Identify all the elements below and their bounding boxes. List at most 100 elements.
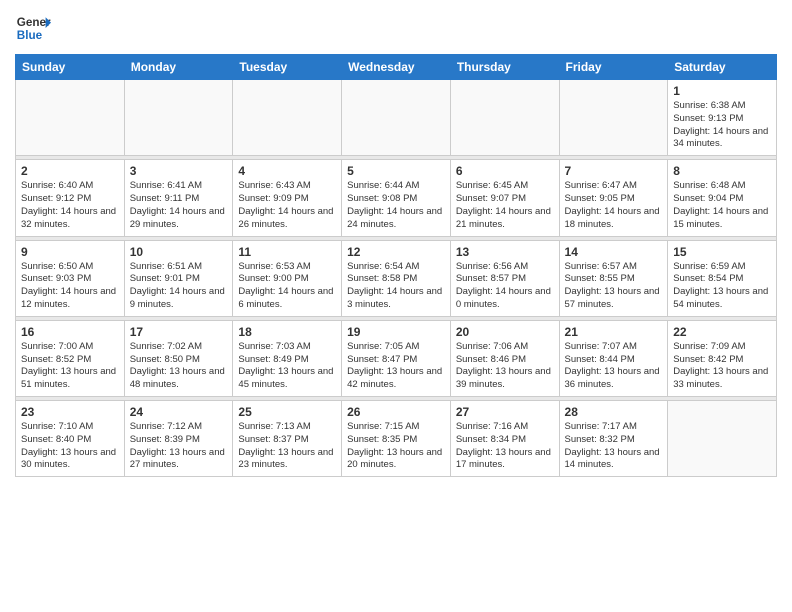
day-number: 27	[456, 405, 554, 419]
day-number: 2	[21, 164, 119, 178]
logo: General Blue	[15, 10, 51, 46]
calendar-cell: 18 Sunrise: 7:03 AM Sunset: 8:49 PM Dayli…	[233, 320, 342, 396]
day-info: Sunrise: 6:45 AM Sunset: 9:07 PM Dayligh…	[456, 180, 554, 231]
calendar-cell	[124, 80, 233, 156]
day-number: 16	[21, 325, 119, 339]
day-info: Sunrise: 6:48 AM Sunset: 9:04 PM Dayligh…	[673, 180, 771, 231]
day-info: Sunrise: 7:07 AM Sunset: 8:44 PM Dayligh…	[565, 341, 663, 392]
day-number: 23	[21, 405, 119, 419]
header: General Blue	[15, 10, 777, 46]
day-number: 28	[565, 405, 663, 419]
weekday-monday: Monday	[124, 55, 233, 80]
day-info: Sunrise: 6:44 AM Sunset: 9:08 PM Dayligh…	[347, 180, 445, 231]
calendar-cell: 25 Sunrise: 7:13 AM Sunset: 8:37 PM Dayli…	[233, 401, 342, 477]
day-number: 9	[21, 245, 119, 259]
day-number: 17	[130, 325, 228, 339]
day-info: Sunrise: 7:03 AM Sunset: 8:49 PM Dayligh…	[238, 341, 336, 392]
day-info: Sunrise: 7:09 AM Sunset: 8:42 PM Dayligh…	[673, 341, 771, 392]
day-info: Sunrise: 7:15 AM Sunset: 8:35 PM Dayligh…	[347, 421, 445, 472]
day-info: Sunrise: 6:40 AM Sunset: 9:12 PM Dayligh…	[21, 180, 119, 231]
day-info: Sunrise: 6:56 AM Sunset: 8:57 PM Dayligh…	[456, 261, 554, 312]
day-number: 21	[565, 325, 663, 339]
calendar-cell: 19 Sunrise: 7:05 AM Sunset: 8:47 PM Dayli…	[342, 320, 451, 396]
calendar-cell: 15 Sunrise: 6:59 AM Sunset: 8:54 PM Dayli…	[668, 240, 777, 316]
day-number: 20	[456, 325, 554, 339]
svg-text:Blue: Blue	[17, 29, 43, 42]
day-info: Sunrise: 7:00 AM Sunset: 8:52 PM Dayligh…	[21, 341, 119, 392]
week-row-5: 23 Sunrise: 7:10 AM Sunset: 8:40 PM Dayli…	[16, 401, 777, 477]
day-number: 25	[238, 405, 336, 419]
day-info: Sunrise: 7:02 AM Sunset: 8:50 PM Dayligh…	[130, 341, 228, 392]
day-number: 10	[130, 245, 228, 259]
calendar-cell	[16, 80, 125, 156]
logo-icon: General Blue	[15, 10, 51, 46]
day-number: 1	[673, 84, 771, 98]
day-number: 26	[347, 405, 445, 419]
day-number: 24	[130, 405, 228, 419]
day-number: 13	[456, 245, 554, 259]
day-number: 22	[673, 325, 771, 339]
day-number: 3	[130, 164, 228, 178]
calendar-table: SundayMondayTuesdayWednesdayThursdayFrid…	[15, 54, 777, 477]
calendar-cell: 5Sunrise: 6:44 AM Sunset: 9:08 PM Daylig…	[342, 160, 451, 236]
day-number: 11	[238, 245, 336, 259]
weekday-sunday: Sunday	[16, 55, 125, 80]
calendar-cell: 22 Sunrise: 7:09 AM Sunset: 8:42 PM Dayli…	[668, 320, 777, 396]
day-info: Sunrise: 7:12 AM Sunset: 8:39 PM Dayligh…	[130, 421, 228, 472]
calendar-cell: 20Sunrise: 7:06 AM Sunset: 8:46 PM Dayli…	[450, 320, 559, 396]
week-row-2: 2 Sunrise: 6:40 AM Sunset: 9:12 PM Daylig…	[16, 160, 777, 236]
week-row-4: 16 Sunrise: 7:00 AM Sunset: 8:52 PM Dayli…	[16, 320, 777, 396]
weekday-thursday: Thursday	[450, 55, 559, 80]
day-number: 7	[565, 164, 663, 178]
calendar-cell: 13 Sunrise: 6:56 AM Sunset: 8:57 PM Dayli…	[450, 240, 559, 316]
day-info: Sunrise: 6:57 AM Sunset: 8:55 PM Dayligh…	[565, 261, 663, 312]
weekday-saturday: Saturday	[668, 55, 777, 80]
calendar-cell: 21 Sunrise: 7:07 AM Sunset: 8:44 PM Dayli…	[559, 320, 668, 396]
calendar-cell: 7Sunrise: 6:47 AM Sunset: 9:05 PM Daylig…	[559, 160, 668, 236]
weekday-tuesday: Tuesday	[233, 55, 342, 80]
day-number: 18	[238, 325, 336, 339]
calendar-cell: 1 Sunrise: 6:38 AM Sunset: 9:13 PM Daylig…	[668, 80, 777, 156]
calendar-cell: 3 Sunrise: 6:41 AM Sunset: 9:11 PM Daylig…	[124, 160, 233, 236]
calendar-cell: 24 Sunrise: 7:12 AM Sunset: 8:39 PM Dayli…	[124, 401, 233, 477]
weekday-header-row: SundayMondayTuesdayWednesdayThursdayFrid…	[16, 55, 777, 80]
calendar-cell: 17 Sunrise: 7:02 AM Sunset: 8:50 PM Dayli…	[124, 320, 233, 396]
calendar-cell: 10 Sunrise: 6:51 AM Sunset: 9:01 PM Dayli…	[124, 240, 233, 316]
calendar-cell: 16 Sunrise: 7:00 AM Sunset: 8:52 PM Dayli…	[16, 320, 125, 396]
day-number: 8	[673, 164, 771, 178]
calendar-cell	[450, 80, 559, 156]
day-info: Sunrise: 7:10 AM Sunset: 8:40 PM Dayligh…	[21, 421, 119, 472]
calendar-cell: 6Sunrise: 6:45 AM Sunset: 9:07 PM Daylig…	[450, 160, 559, 236]
calendar-cell: 14 Sunrise: 6:57 AM Sunset: 8:55 PM Dayli…	[559, 240, 668, 316]
day-number: 14	[565, 245, 663, 259]
day-info: Sunrise: 6:38 AM Sunset: 9:13 PM Dayligh…	[673, 100, 771, 151]
day-number: 19	[347, 325, 445, 339]
calendar-cell	[342, 80, 451, 156]
weekday-wednesday: Wednesday	[342, 55, 451, 80]
week-row-1: 1 Sunrise: 6:38 AM Sunset: 9:13 PM Daylig…	[16, 80, 777, 156]
day-info: Sunrise: 6:50 AM Sunset: 9:03 PM Dayligh…	[21, 261, 119, 312]
day-info: Sunrise: 6:51 AM Sunset: 9:01 PM Dayligh…	[130, 261, 228, 312]
calendar-cell: 11Sunrise: 6:53 AM Sunset: 9:00 PM Dayli…	[233, 240, 342, 316]
day-info: Sunrise: 6:54 AM Sunset: 8:58 PM Dayligh…	[347, 261, 445, 312]
weekday-friday: Friday	[559, 55, 668, 80]
day-number: 12	[347, 245, 445, 259]
day-number: 15	[673, 245, 771, 259]
day-info: Sunrise: 6:59 AM Sunset: 8:54 PM Dayligh…	[673, 261, 771, 312]
calendar-cell: 27 Sunrise: 7:16 AM Sunset: 8:34 PM Dayli…	[450, 401, 559, 477]
day-number: 4	[238, 164, 336, 178]
page: General Blue SundayMondayTuesdayWednesda…	[0, 0, 792, 487]
day-info: Sunrise: 7:13 AM Sunset: 8:37 PM Dayligh…	[238, 421, 336, 472]
calendar-cell: 23 Sunrise: 7:10 AM Sunset: 8:40 PM Dayli…	[16, 401, 125, 477]
calendar-cell: 4Sunrise: 6:43 AM Sunset: 9:09 PM Daylig…	[233, 160, 342, 236]
day-info: Sunrise: 7:05 AM Sunset: 8:47 PM Dayligh…	[347, 341, 445, 392]
day-info: Sunrise: 7:16 AM Sunset: 8:34 PM Dayligh…	[456, 421, 554, 472]
calendar-cell	[668, 401, 777, 477]
calendar-cell: 9 Sunrise: 6:50 AM Sunset: 9:03 PM Daylig…	[16, 240, 125, 316]
week-row-3: 9 Sunrise: 6:50 AM Sunset: 9:03 PM Daylig…	[16, 240, 777, 316]
day-info: Sunrise: 6:41 AM Sunset: 9:11 PM Dayligh…	[130, 180, 228, 231]
calendar-cell: 28Sunrise: 7:17 AM Sunset: 8:32 PM Dayli…	[559, 401, 668, 477]
calendar-cell: 8 Sunrise: 6:48 AM Sunset: 9:04 PM Daylig…	[668, 160, 777, 236]
calendar-cell: 2 Sunrise: 6:40 AM Sunset: 9:12 PM Daylig…	[16, 160, 125, 236]
calendar-cell: 12 Sunrise: 6:54 AM Sunset: 8:58 PM Dayli…	[342, 240, 451, 316]
